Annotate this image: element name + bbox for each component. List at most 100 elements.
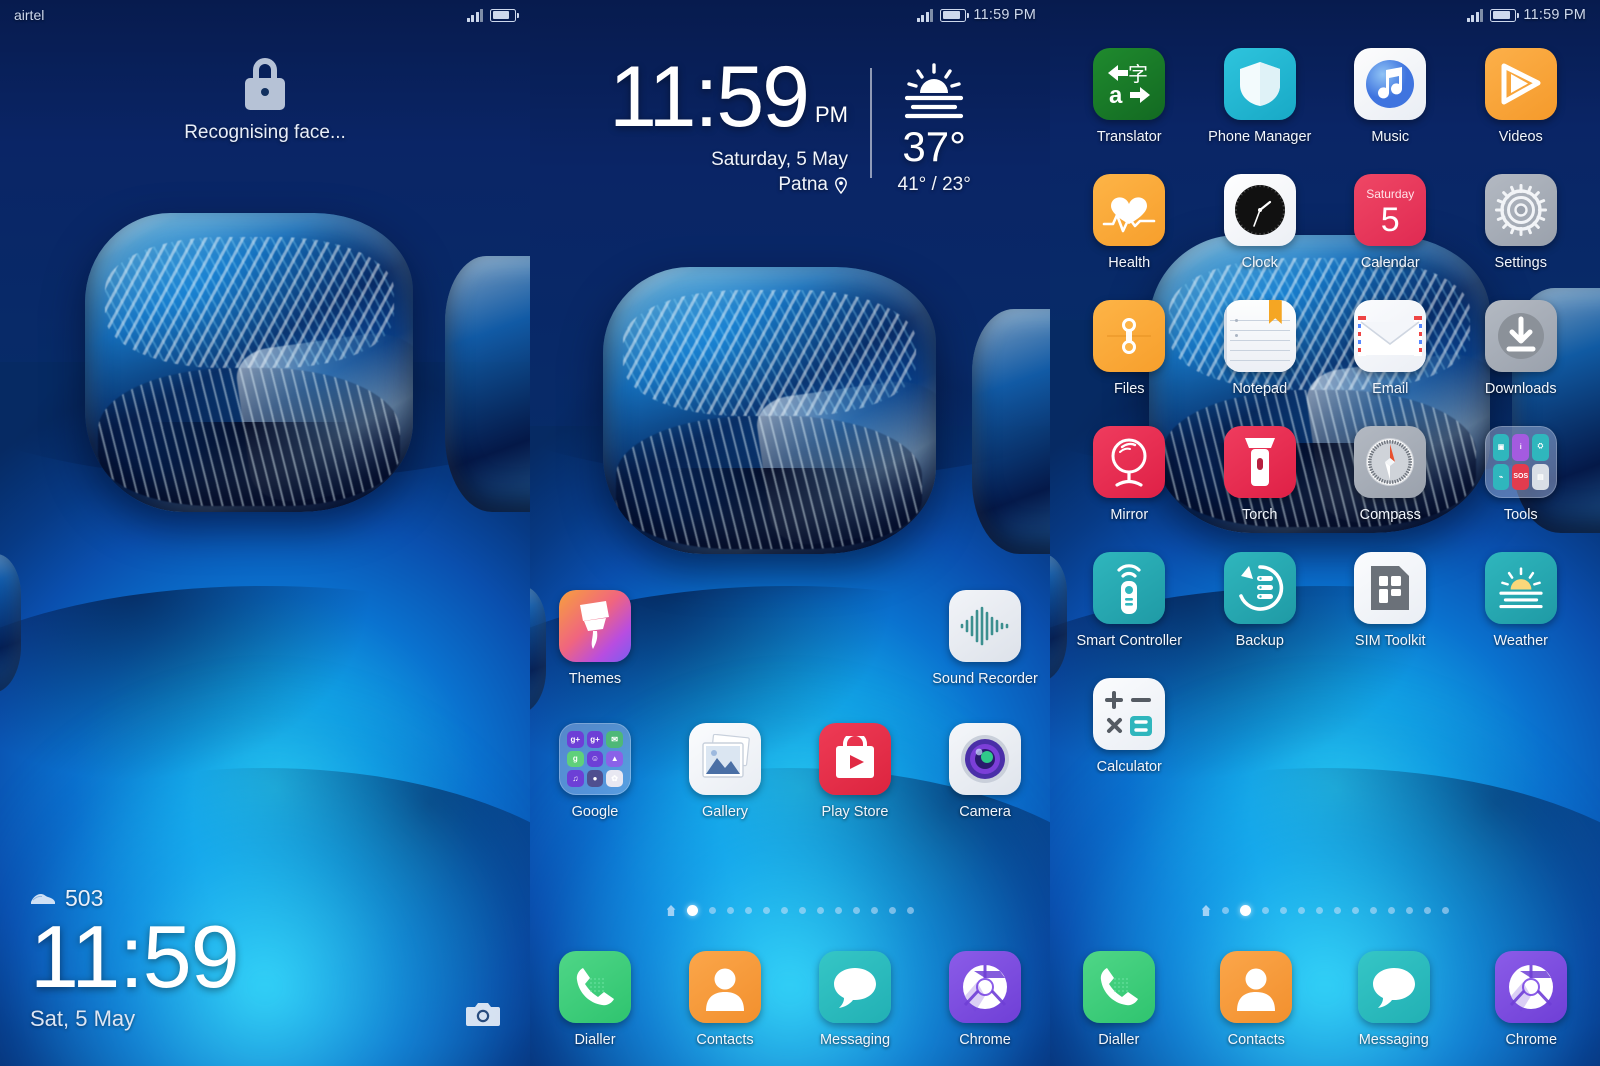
app-label: Settings xyxy=(1494,255,1547,271)
clock-weather-widget[interactable]: 11:59 PM Saturday, 5 May Patna 37° 41° /… xyxy=(530,49,1050,196)
app-icon-google[interactable]: g+ g+ ✉ g ☺ ▲ ♫ ● ✿ Google xyxy=(530,723,660,820)
app-icon-torch[interactable]: Torch xyxy=(1195,426,1326,523)
app-icon-sim-toolkit[interactable]: SIM Toolkit xyxy=(1325,552,1456,649)
app-icon-gallery[interactable]: Gallery xyxy=(660,723,790,820)
app-icon-camera[interactable]: Camera xyxy=(920,723,1050,820)
home-page-marker-icon[interactable] xyxy=(667,905,676,916)
app-icon-translator[interactable]: a 字 Translator xyxy=(1064,48,1195,145)
page-dot[interactable] xyxy=(1351,907,1359,914)
paintbrush-icon xyxy=(559,590,631,662)
app-icon-calculator[interactable]: Calculator xyxy=(1064,678,1195,775)
app-label: Chrome xyxy=(959,1032,1011,1048)
app-label: Email xyxy=(1372,381,1409,397)
app-icon-health[interactable]: Health xyxy=(1064,174,1195,271)
chrome-icon xyxy=(949,951,1021,1023)
page-dot[interactable] xyxy=(852,907,860,914)
app-icon-notepad[interactable]: Notepad xyxy=(1195,300,1326,397)
app-icon-clock[interactable]: Clock xyxy=(1195,174,1326,271)
page-dot[interactable] xyxy=(906,907,914,914)
app-icon-compass[interactable]: Compass xyxy=(1325,426,1456,523)
app-icon-messaging[interactable]: Messaging xyxy=(819,951,891,1048)
page-dot[interactable] xyxy=(744,907,752,914)
battery-icon xyxy=(940,8,970,22)
app-label: Messaging xyxy=(819,1032,891,1048)
mirror-icon xyxy=(1093,426,1166,498)
page-dot[interactable] xyxy=(870,907,878,914)
page-dot[interactable] xyxy=(1369,907,1377,914)
page-dot[interactable] xyxy=(726,907,734,914)
app-icon-mirror[interactable]: Mirror xyxy=(1064,426,1195,523)
app-icon-dialler[interactable]: Dialler xyxy=(559,951,631,1048)
app-label: Notepad xyxy=(1232,381,1288,397)
app-label: Calculator xyxy=(1096,759,1162,775)
app-label: Files xyxy=(1113,381,1145,397)
photos-icon xyxy=(689,723,761,795)
page-dot[interactable] xyxy=(1297,907,1305,914)
page-dot-active[interactable] xyxy=(1239,905,1251,916)
phone-icon xyxy=(559,951,631,1023)
page-indicator-home[interactable] xyxy=(530,905,1050,916)
analog-clock-icon xyxy=(1223,174,1296,246)
page-dot[interactable] xyxy=(1405,907,1413,914)
page-dot[interactable] xyxy=(1221,907,1229,914)
lockscreen-date: Sat, 5 May xyxy=(30,1006,136,1031)
page-dot[interactable] xyxy=(1387,907,1395,914)
person-icon xyxy=(689,951,761,1023)
statusbar-lockscreen: airtel xyxy=(0,0,530,30)
notepad-icon xyxy=(1223,300,1296,372)
app-icon-chrome[interactable]: Chrome xyxy=(1495,951,1568,1048)
page-dot[interactable] xyxy=(708,907,716,914)
app-icon-phone-manager[interactable]: Phone Manager xyxy=(1195,48,1326,145)
waveform-icon xyxy=(949,590,1021,662)
page-dot[interactable] xyxy=(798,907,806,914)
app-icon-contacts[interactable]: Contacts xyxy=(1220,951,1293,1048)
page-dot[interactable] xyxy=(1261,907,1269,914)
app-icon-music[interactable]: Music xyxy=(1325,48,1456,145)
app-icon-dialler[interactable]: Dialler xyxy=(1082,951,1155,1048)
app-icon-settings[interactable]: Settings xyxy=(1456,174,1587,271)
widget-date: Saturday, 5 May xyxy=(711,149,848,171)
app-icon-files[interactable]: Files xyxy=(1064,300,1195,397)
page-dot[interactable] xyxy=(834,907,842,914)
app-icon-tools[interactable]: ▣ i ⛭ ⌁ SOS ▤ Tools xyxy=(1456,426,1587,523)
battery-icon xyxy=(1490,8,1520,22)
app-icon-backup[interactable]: Backup xyxy=(1195,552,1326,649)
envelope-icon xyxy=(1354,300,1427,372)
page-dot[interactable] xyxy=(1423,907,1431,914)
app-icon-themes[interactable]: Themes xyxy=(530,590,660,687)
app-icon-smart-controller[interactable]: Smart Controller xyxy=(1064,552,1195,649)
signal-bars-icon xyxy=(916,8,934,22)
app-icon-contacts[interactable]: Contacts xyxy=(689,951,761,1048)
app-icon-calendar[interactable]: Saturday 5 Calendar xyxy=(1325,174,1456,271)
bubble-icon xyxy=(819,951,891,1023)
page-dot-active[interactable] xyxy=(686,905,698,916)
app-label: Weather xyxy=(1493,633,1549,649)
statusbar-homescreen: 11:59 PM xyxy=(530,0,1050,30)
google-folder-icon: g+ g+ ✉ g ☺ ▲ ♫ ● ✿ xyxy=(559,723,631,795)
app-icon-play-store[interactable]: Play Store xyxy=(790,723,920,820)
app-label: Videos xyxy=(1498,129,1543,145)
page-indicator-apps[interactable] xyxy=(1050,905,1600,916)
play-bag-icon xyxy=(819,723,891,795)
play-triangle-icon xyxy=(1484,48,1557,120)
face-unlock-status: Recognising face... xyxy=(0,58,530,144)
page-dot[interactable] xyxy=(780,907,788,914)
page-dot[interactable] xyxy=(1279,907,1287,914)
page-dot[interactable] xyxy=(888,907,896,914)
widget-time: 11:59 xyxy=(609,49,810,145)
page-dot[interactable] xyxy=(1315,907,1323,914)
app-icon-email[interactable]: Email xyxy=(1325,300,1456,397)
app-label: Dialler xyxy=(574,1032,616,1048)
page-dot[interactable] xyxy=(1441,907,1449,914)
app-icon-videos[interactable]: Videos xyxy=(1456,48,1587,145)
app-icon-weather[interactable]: Weather xyxy=(1456,552,1587,649)
app-icon-messaging[interactable]: Messaging xyxy=(1357,951,1430,1048)
app-icon-chrome[interactable]: Chrome xyxy=(949,951,1021,1048)
app-icon-downloads[interactable]: Downloads xyxy=(1456,300,1587,397)
app-icon-sound-recorder[interactable]: Sound Recorder xyxy=(920,590,1050,687)
page-dot[interactable] xyxy=(816,907,824,914)
page-dot[interactable] xyxy=(1333,907,1341,914)
camera-shortcut-icon[interactable] xyxy=(466,1000,500,1028)
home-page-marker-icon[interactable] xyxy=(1202,905,1211,916)
page-dot[interactable] xyxy=(762,907,770,914)
